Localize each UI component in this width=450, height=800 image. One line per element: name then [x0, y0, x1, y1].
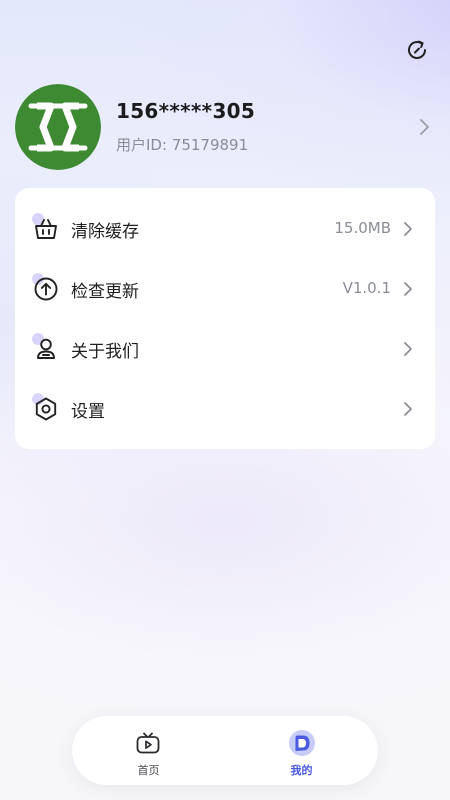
tab-mine[interactable]: 我的: [225, 716, 378, 785]
chevron-right-icon: [403, 341, 413, 361]
hexagon-settings-icon: [32, 393, 59, 422]
menu-item-label: 检查更新: [71, 282, 139, 302]
avatar-logo: [15, 84, 101, 170]
menu-item-clear-cache[interactable]: 清除缓存 15.0MB: [15, 208, 435, 248]
cache-size-value: 15.0MB: [334, 219, 391, 237]
chevron-right-icon: [403, 281, 413, 301]
profile-header[interactable]: 156*****305 用户ID: 75179891: [15, 84, 440, 170]
profile-bubble-icon: [287, 729, 315, 757]
menu-item-about-us[interactable]: 关于我们: [15, 328, 435, 368]
user-icon: [32, 333, 59, 362]
chevron-right-icon: [418, 118, 430, 140]
tv-icon: [134, 729, 162, 757]
chevron-right-icon: [403, 221, 413, 241]
menu-item-check-update[interactable]: 检查更新 V1.0.1: [15, 268, 435, 308]
menu-item-label: 清除缓存: [71, 222, 139, 242]
user-id-row: 用户ID: 75179891: [116, 134, 248, 155]
refresh-icon: [404, 37, 430, 67]
version-value: V1.0.1: [342, 279, 391, 297]
tab-home[interactable]: 首页: [72, 716, 225, 785]
user-id-value: 75179891: [171, 136, 249, 154]
tab-label: 首页: [137, 764, 160, 777]
bottom-tab-bar: 首页 我的: [72, 716, 378, 785]
tab-label: 我的: [290, 764, 313, 777]
menu-card: 清除缓存 15.0MB 检查更新 V1.0.1 关于我们 设置: [15, 188, 435, 449]
upload-icon: [32, 273, 59, 302]
avatar[interactable]: [15, 84, 101, 170]
user-id-label: 用户ID:: [116, 136, 172, 154]
refresh-button[interactable]: [403, 38, 431, 66]
phone-number: 156*****305: [116, 99, 256, 123]
menu-item-label: 设置: [71, 402, 105, 422]
menu-item-settings[interactable]: 设置: [15, 388, 435, 428]
basket-icon: [32, 213, 59, 242]
menu-item-label: 关于我们: [71, 342, 139, 362]
chevron-right-icon: [403, 401, 413, 421]
